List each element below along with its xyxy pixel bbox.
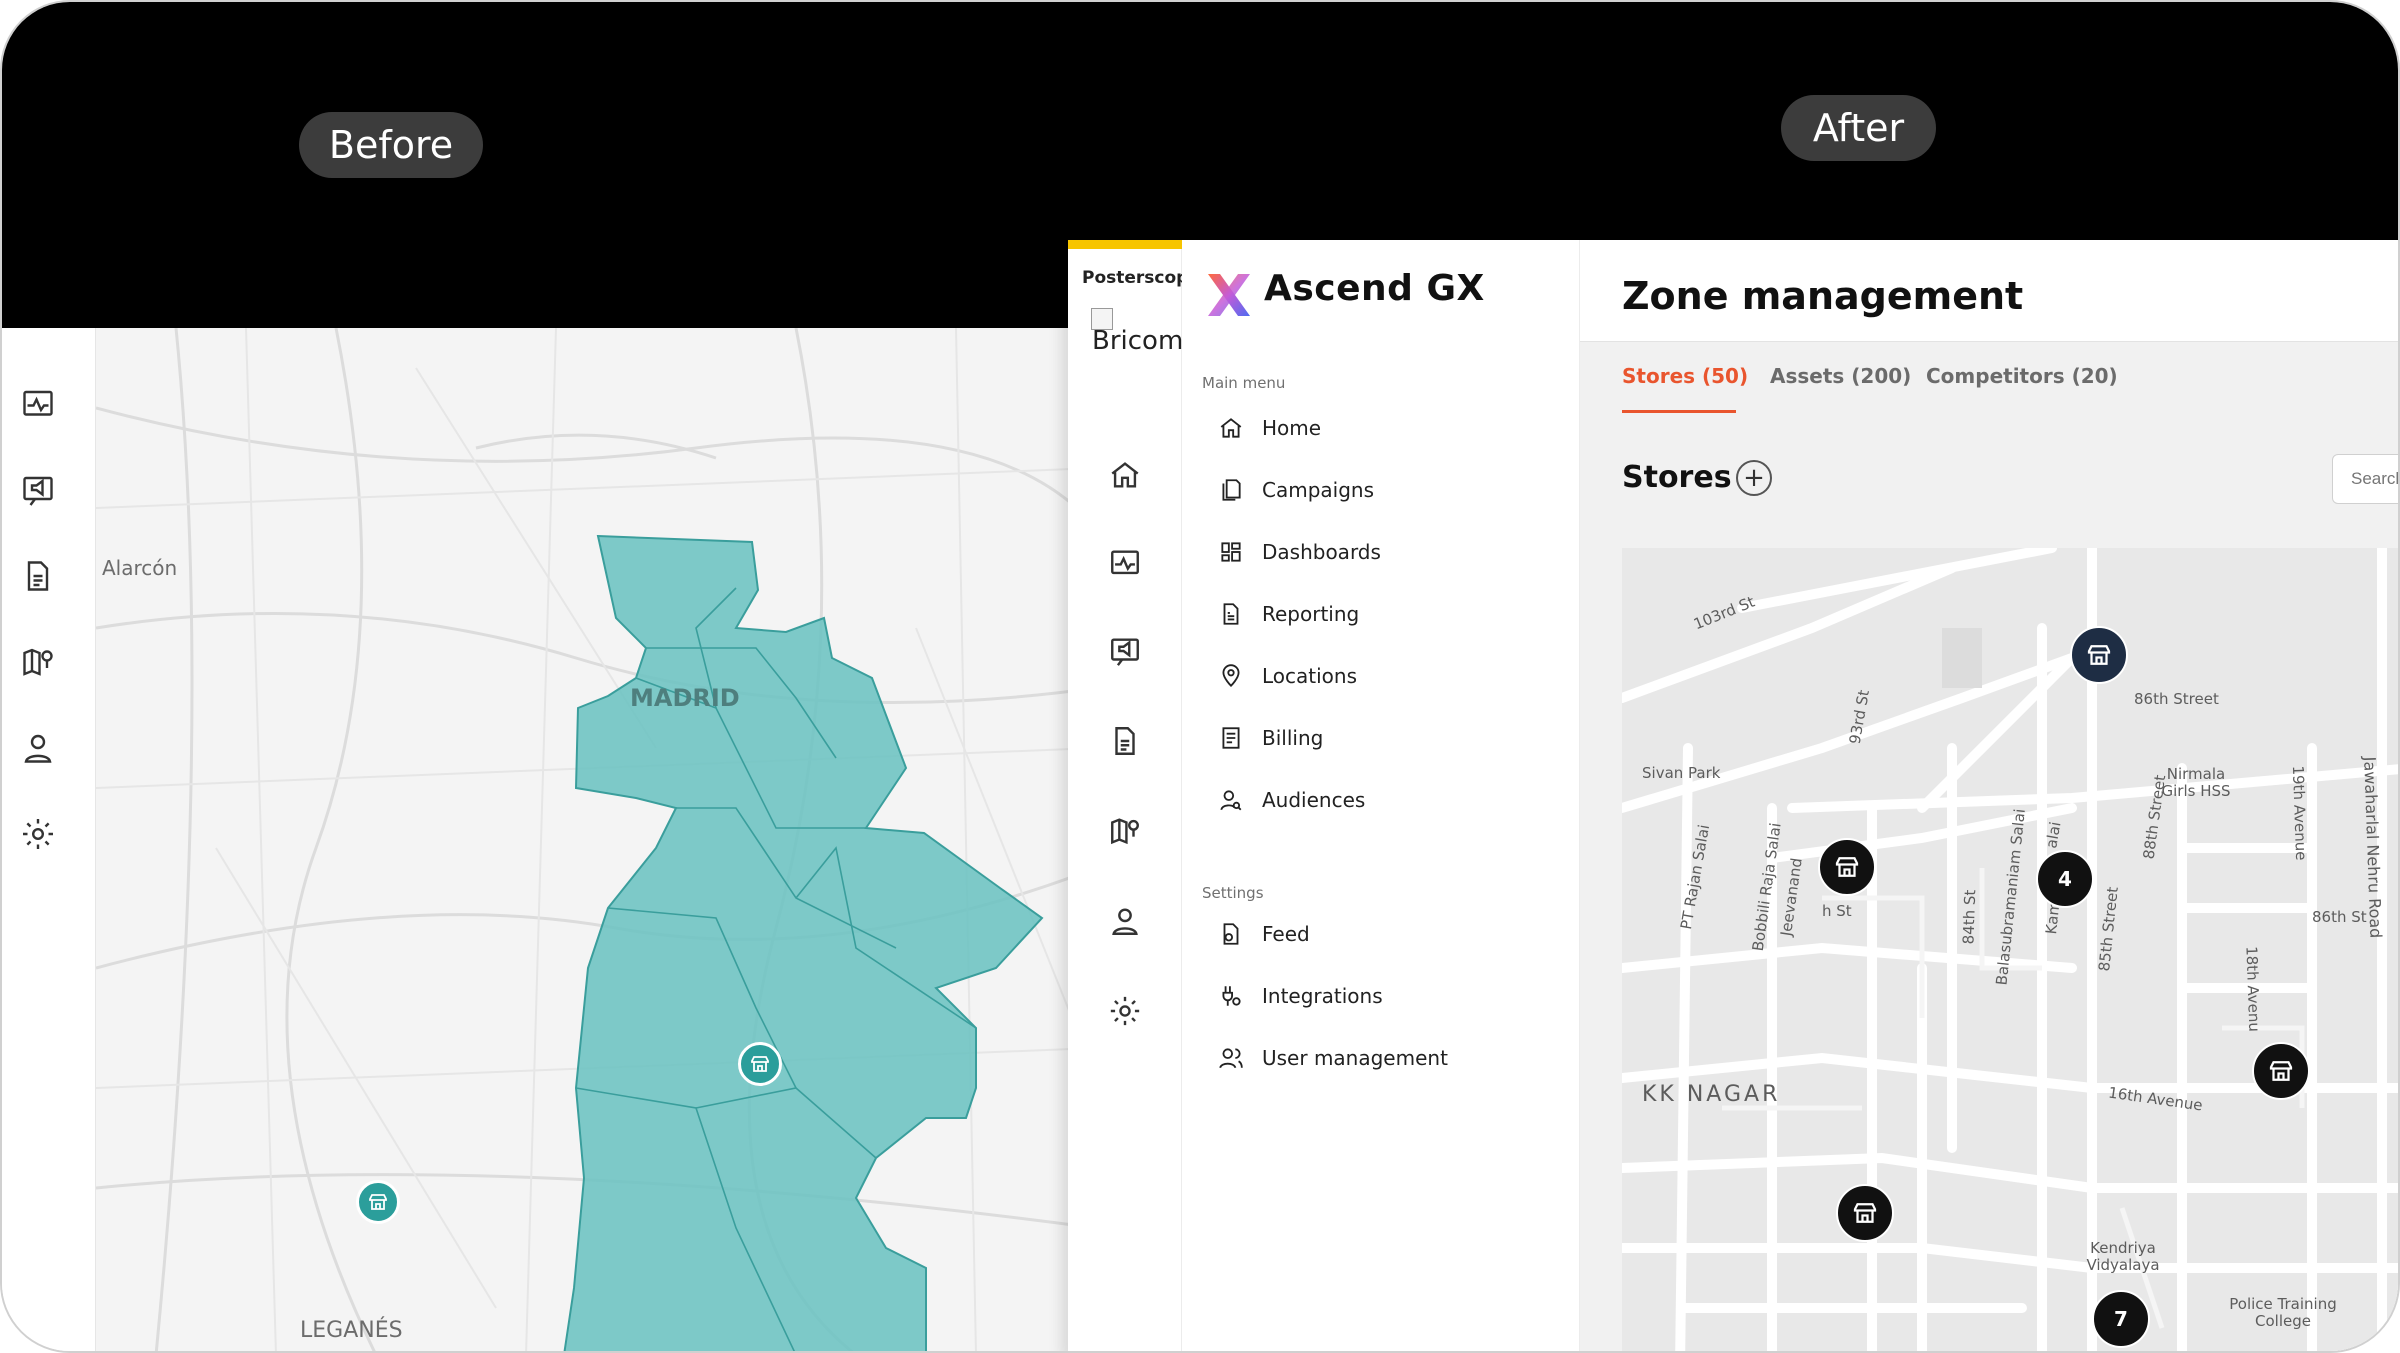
settings-label: Settings	[1202, 884, 1264, 902]
place-label-alarcon: Alarcón	[102, 556, 178, 580]
user-management-icon	[1219, 1048, 1243, 1069]
user-icon[interactable]	[1108, 904, 1142, 938]
menu-item-reporting[interactable]: Reporting	[1218, 592, 1359, 636]
campaigns-icon[interactable]	[1108, 634, 1142, 668]
place-label-leganes: LEGANÉS	[300, 1318, 403, 1343]
app-title: Ascend GX	[1264, 268, 1485, 309]
menu-item-label: Billing	[1262, 726, 1324, 750]
before-map[interactable]: Alarcón MADRID LEGANÉS	[96, 328, 1096, 1351]
street-label: 18th Avenu	[2242, 945, 2264, 1033]
campaigns-icon	[1222, 479, 1241, 501]
menu-item-label: Dashboards	[1262, 540, 1381, 564]
menu-item-label: Audiences	[1262, 788, 1366, 812]
store-icon	[2269, 1061, 2293, 1081]
home-icon	[1220, 418, 1242, 438]
store-marker[interactable]	[1836, 1184, 1894, 1242]
after-label: After	[1781, 95, 1936, 161]
bricom-logo: Bricom	[1092, 326, 1184, 356]
reporting-rail-icon[interactable]	[20, 386, 56, 422]
menu-item-user-management[interactable]: User management	[1218, 1036, 1448, 1080]
street-label: 86th Street	[2134, 690, 2219, 708]
menu-item-audiences[interactable]: Audiences	[1218, 778, 1365, 822]
menu-item-billing[interactable]: Billing	[1218, 716, 1323, 760]
map-icon[interactable]	[1108, 814, 1142, 848]
reporting-icon[interactable]	[1108, 546, 1142, 580]
active-tab-indicator	[1622, 410, 1736, 413]
settings-icon[interactable]	[1108, 994, 1142, 1028]
stores-map[interactable]: 103rd St 86th Street Sivan Park Nirmala …	[1622, 548, 2398, 1351]
store-cluster-marker[interactable]: 4	[2036, 850, 2094, 908]
search-input[interactable]	[2332, 454, 2398, 504]
billing-icon	[1222, 727, 1240, 749]
dashboards-icon	[1221, 542, 1241, 562]
menu-item-home[interactable]: Home	[1218, 406, 1321, 450]
menu-item-label: Reporting	[1262, 602, 1360, 626]
street-label: 86th St	[2312, 908, 2367, 926]
user-rail-icon[interactable]	[20, 730, 56, 766]
menu-item-label: Integrations	[1262, 984, 1383, 1008]
zone-management-content: Zone management Stores (50) Assets (200)…	[1580, 240, 2398, 1351]
audiences-icon	[1220, 790, 1242, 811]
menu-item-feed[interactable]: Feed	[1218, 912, 1310, 956]
add-store-button[interactable]: +	[1736, 460, 1772, 496]
tab-stores[interactable]: Stores (50)	[1622, 364, 1748, 388]
tab-competitors[interactable]: Competitors (20)	[1926, 364, 2118, 388]
store-icon	[751, 1056, 769, 1072]
tab-assets[interactable]: Assets (200)	[1770, 364, 1911, 388]
store-marker[interactable]	[356, 1180, 400, 1224]
before-sidebar-rail	[2, 328, 96, 1351]
campaigns-rail-icon[interactable]	[20, 472, 56, 508]
map-rail-icon[interactable]	[20, 644, 56, 680]
page-title: Zone management	[1622, 274, 2024, 318]
street-label: h St	[1822, 902, 1852, 920]
feed-icon	[1223, 923, 1239, 945]
store-marker[interactable]	[2252, 1042, 2310, 1100]
before-label: Before	[299, 112, 483, 178]
store-icon	[2087, 645, 2111, 665]
place-label: Police Training College	[2229, 1295, 2337, 1330]
store-marker[interactable]	[2070, 626, 2128, 684]
menu-item-integrations[interactable]: Integrations	[1218, 974, 1383, 1018]
home-icon[interactable]	[1108, 458, 1142, 492]
menu-item-label: Locations	[1262, 664, 1358, 688]
store-icon	[1853, 1203, 1877, 1223]
settings-rail-icon[interactable]	[20, 816, 56, 852]
street-label: 19th Avenue	[2288, 765, 2311, 861]
menu-item-label: User management	[1262, 1046, 1448, 1070]
stores-heading: Stores	[1622, 460, 1732, 495]
menu-item-label: Feed	[1262, 922, 1310, 946]
store-icon	[1835, 857, 1859, 877]
place-label-madrid: MADRID	[630, 684, 740, 712]
store-cluster-marker[interactable]: 7	[2092, 1290, 2150, 1348]
zone-polygon	[563, 534, 1044, 1351]
after-app-window: Posterscope Bricom Ascend GX Main menu H…	[1068, 240, 2398, 1351]
main-menu-panel: Ascend GX Main menu Home Campaigns Dashb…	[1182, 240, 1580, 1351]
store-marker[interactable]	[1818, 838, 1876, 896]
street-label: 84th St	[1959, 889, 1980, 945]
menu-item-label: Campaigns	[1262, 478, 1375, 502]
screen-frame: Alarcón MADRID LEGANÉS Before After Post…	[0, 0, 2400, 1353]
store-marker[interactable]	[738, 1042, 782, 1086]
place-label: Kendriya Vidyalaya	[2086, 1239, 2160, 1274]
menu-item-label: Home	[1262, 416, 1322, 440]
menu-item-campaigns[interactable]: Campaigns	[1218, 468, 1374, 512]
brand-accent-strip	[1068, 240, 1182, 249]
page-header: Zone management	[1580, 240, 2398, 342]
menu-item-dashboards[interactable]: Dashboards	[1218, 530, 1381, 574]
menu-item-locations[interactable]: Locations	[1218, 654, 1357, 698]
place-label: Sivan Park	[1642, 764, 1721, 782]
reporting-icon	[1223, 603, 1239, 625]
main-menu-label: Main menu	[1202, 374, 1286, 392]
ascend-logo-icon	[1208, 274, 1250, 316]
after-sidebar-rail: Posterscope Bricom	[1068, 240, 1200, 1351]
document-rail-icon[interactable]	[20, 558, 56, 594]
integrations-icon	[1222, 986, 1241, 1006]
area-label-kk-nagar: KK NAGAR	[1642, 1082, 1781, 1107]
document-icon[interactable]	[1108, 724, 1142, 758]
before-map-graphic	[96, 328, 1096, 1351]
store-icon	[369, 1194, 387, 1210]
location-pin-icon	[1222, 664, 1240, 688]
